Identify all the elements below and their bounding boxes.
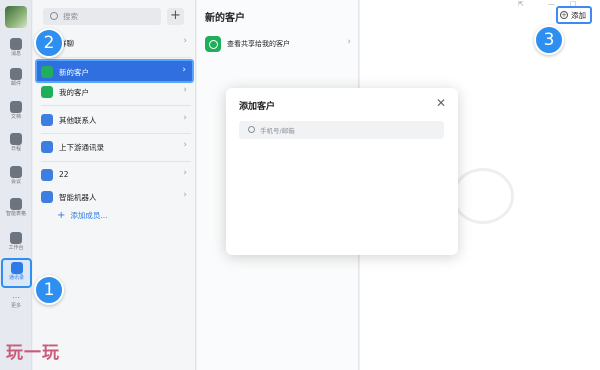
pin-icon[interactable]: ⇱ — [518, 0, 524, 8]
step-marker-1: 1 — [34, 275, 64, 305]
more-dots-icon: ⋯ — [12, 293, 20, 302]
chevron-right-icon: › — [347, 37, 351, 47]
chevron-right-icon: › — [183, 36, 187, 46]
add-button[interactable]: + 添加 — [556, 6, 592, 24]
contact-row-my-customers[interactable]: 我的客户 › — [37, 81, 193, 103]
other-contacts-icon — [41, 114, 53, 126]
contact-row-new-customers[interactable]: 新的客户 › — [35, 59, 194, 83]
chevron-right-icon: › — [183, 113, 187, 123]
rail-item-contacts[interactable]: 通讯录 — [1, 258, 32, 288]
divider — [41, 57, 191, 58]
left-rail: 消息 邮件 文档 日程 会议 智能表格 工作台 通讯录 ⋯ 更多 — [0, 0, 32, 370]
share-icon — [205, 36, 221, 52]
rail-item-docs[interactable]: 文档 — [0, 99, 32, 127]
contact-row-robot[interactable]: 智能机器人 › — [37, 186, 193, 208]
page-title: 新的客户 — [205, 13, 245, 24]
contact-row-other-contacts[interactable]: 其他联系人 › — [37, 109, 193, 131]
rail-item-mail[interactable]: 邮件 — [0, 66, 32, 94]
chevron-right-icon: › — [183, 140, 187, 150]
table-icon — [10, 198, 22, 210]
rail-item-meeting[interactable]: 会议 — [0, 164, 32, 192]
divider — [41, 133, 191, 134]
step-marker-2: 2 — [34, 28, 64, 58]
robot-icon — [41, 191, 53, 203]
plus-circle-icon: + — [560, 11, 568, 19]
contacts-icon — [10, 262, 23, 274]
empty-state-logo — [452, 168, 514, 224]
phone-email-input[interactable]: 手机号/邮箱 — [239, 121, 444, 139]
dialog-title: 添加客户 — [239, 102, 276, 112]
supply-chain-icon — [41, 141, 53, 153]
rail-item-messages[interactable]: 消息 — [0, 36, 32, 64]
rail-item-more[interactable]: ⋯ 更多 — [0, 294, 32, 310]
mail-icon — [10, 68, 22, 80]
wechat-icon — [41, 86, 53, 98]
avatar[interactable] — [5, 6, 27, 28]
doc-icon — [10, 101, 22, 113]
search-input[interactable]: 搜索 — [43, 8, 161, 25]
chevron-right-icon: › — [183, 168, 187, 178]
chevron-right-icon: › — [183, 190, 187, 200]
add-member-link[interactable]: + 添加成员... — [57, 210, 108, 221]
close-icon[interactable]: ✕ — [436, 96, 446, 110]
minimize-icon[interactable]: — — [548, 0, 555, 8]
contact-row-22[interactable]: 22 › — [37, 164, 193, 186]
site-watermark: 玩一玩 — [6, 343, 60, 363]
grid-icon — [10, 232, 22, 244]
rail-item-workbench[interactable]: 工作台 — [0, 230, 32, 258]
contacts-panel: 搜索 + 群聊 › 新的客户 › 我的客户 › 其他联系人 › 上下游通讯录 ›… — [33, 0, 196, 370]
chat-icon — [10, 38, 22, 50]
search-icon — [248, 126, 255, 133]
create-button[interactable]: + — [167, 8, 184, 25]
chevron-right-icon: › — [183, 85, 187, 95]
rail-item-calendar[interactable]: 日程 — [0, 131, 32, 159]
new-customer-icon — [41, 66, 53, 78]
plus-icon: + — [57, 210, 66, 221]
add-customer-dialog: 添加客户 ✕ 手机号/邮箱 — [226, 88, 458, 255]
rail-item-smart-table[interactable]: 智能表格 — [0, 196, 32, 224]
shared-customers-row[interactable]: 查看共享给我的客户 › — [203, 34, 353, 54]
step-marker-3: 3 — [534, 25, 564, 55]
meeting-icon — [10, 166, 22, 178]
contact-row-supply-chain[interactable]: 上下游通讯录 › — [37, 136, 193, 158]
chevron-right-icon: › — [182, 65, 186, 75]
organization-icon — [41, 169, 53, 181]
divider — [41, 105, 191, 106]
divider — [41, 161, 191, 162]
search-icon — [50, 12, 58, 20]
calendar-icon — [10, 133, 22, 145]
